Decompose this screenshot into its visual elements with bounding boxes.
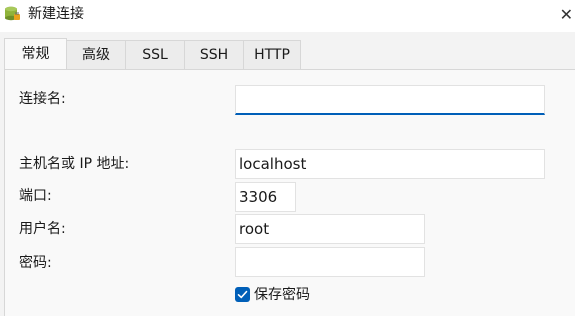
close-button[interactable]: ✕: [551, 0, 575, 28]
tab-bar: 常规 高级 SSL SSH HTTP: [4, 38, 301, 70]
window-title: 新建连接: [28, 6, 84, 22]
checkmark-icon: [237, 290, 248, 298]
tab-general[interactable]: 常规: [4, 38, 67, 69]
connection-name-label: 连接名:: [19, 91, 66, 107]
port-input[interactable]: [235, 182, 296, 212]
tab-advanced[interactable]: 高级: [66, 40, 126, 69]
port-label: 端口:: [19, 188, 52, 204]
host-label: 主机名或 IP 地址:: [19, 156, 130, 172]
database-plug-icon: [5, 6, 20, 21]
username-input[interactable]: [235, 214, 425, 244]
host-input[interactable]: [235, 149, 545, 179]
title-bar: 新建连接 ✕: [0, 0, 575, 32]
connection-name-input[interactable]: [235, 85, 545, 115]
tab-ssl[interactable]: SSL: [125, 40, 185, 69]
save-password-checkbox[interactable]: [235, 286, 250, 302]
save-password-option[interactable]: 保存密码: [235, 284, 310, 304]
username-label: 用户名:: [19, 221, 66, 237]
close-icon: ✕: [559, 4, 573, 24]
save-password-label: 保存密码: [254, 287, 310, 303]
password-input[interactable]: [235, 247, 425, 277]
tab-http[interactable]: HTTP: [243, 40, 301, 69]
tab-ssh[interactable]: SSH: [184, 40, 244, 69]
password-label: 密码:: [19, 255, 52, 271]
